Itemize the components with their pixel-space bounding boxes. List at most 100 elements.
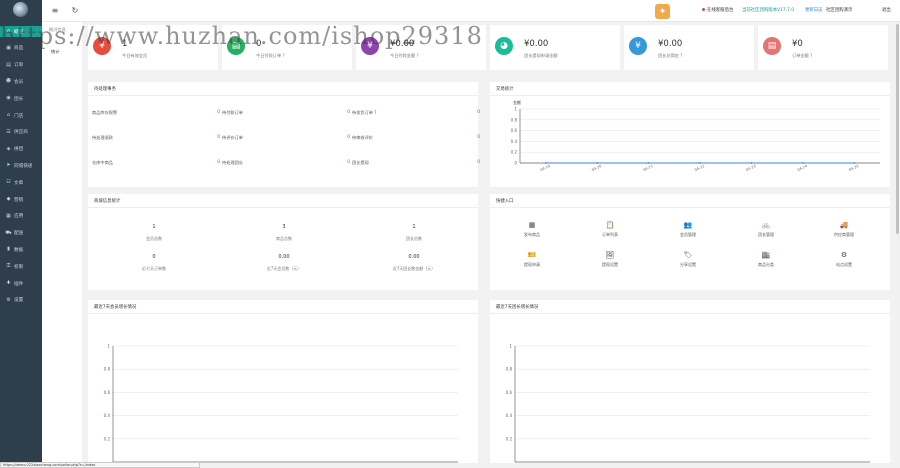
stat-label: 团长提现申请金额 <box>524 53 558 58</box>
sidebar: ⌂ 概况 ▣ 商品 ▤ 订单 ☻ 会员 ◉ 团长 ⌂ 门店 ☰ 供应商 ◈ 拼团 ➤ 同城快递 ☷ 文章 ◆ 营销 ▦ 应用 ⛟… <box>0 0 42 468</box>
group-icon: ◈ <box>6 145 11 152</box>
todo-count: 0 <box>217 160 220 165</box>
version-link[interactable]: 当前社区团购版本V17.7.0 <box>742 7 794 13</box>
business-label: 商品总数 <box>276 236 292 241</box>
sidebar-item[interactable]: ✚ 插件 <box>0 278 42 289</box>
business-value: 0.00 <box>278 254 290 260</box>
stat-value: ¥0 <box>792 39 803 49</box>
quick-entry[interactable]: 🏬 商品分类 <box>736 250 796 268</box>
sidebar-item-label: 权限 <box>14 264 24 270</box>
todo-item[interactable]: 团长提现 0 <box>352 160 480 168</box>
vertical-scrollbar[interactable] <box>895 22 900 468</box>
stat-label: 订单金额 ? <box>792 53 813 58</box>
online-service-link[interactable]: 在线客服后台 <box>707 7 733 13</box>
divider <box>490 313 890 314</box>
sidebar-item[interactable]: ⌂ 门店 <box>0 110 42 121</box>
user-icon: ☻ <box>5 78 12 85</box>
todo-item[interactable]: 待评价订单 0 <box>222 135 350 143</box>
quick-entry[interactable]: 📋 订单列表 <box>580 220 640 238</box>
sidebar-item[interactable]: ☻ 会员 <box>0 76 42 87</box>
sidebar-item-label: 设置 <box>14 298 24 304</box>
cart-icon: ▤ <box>763 37 781 55</box>
tag-icon: 🏷 <box>683 251 693 259</box>
sidebar-item-label: 同城快递 <box>14 163 33 169</box>
update-log-link[interactable]: 更新日志 <box>805 7 823 13</box>
divider <box>88 95 478 96</box>
x-tick-label: 04-23 <box>745 164 756 172</box>
y-tick-label: 0.4 <box>511 139 518 144</box>
sidebar-item-label: 订单 <box>14 63 24 69</box>
y-tick-label: 0.8 <box>506 367 513 372</box>
business-panel: 商城信息统计 1 会员总数 3 商品总数 1 团长总数 0 近七天订单数 0.00 近7天会员数（… <box>88 194 478 290</box>
quick-entry[interactable]: ▦ 发布商品 <box>502 220 562 238</box>
x-tick-label: 04-21 <box>643 164 654 172</box>
app-icon: ▦ <box>6 212 11 219</box>
sidebar-item-label: 团长 <box>14 96 24 102</box>
y-tick-label: 0.4 <box>104 413 111 418</box>
todo-label: 待付款订单 <box>222 110 243 115</box>
quick-entry[interactable]: 🖼 提现设置 <box>580 250 640 268</box>
submenu: 概况信息 统计 <box>42 22 82 462</box>
quick-entry-label: 提现设置 <box>602 262 618 267</box>
grid-icon: ▦ <box>528 221 536 229</box>
todo-title: 待处理事务 <box>94 87 116 92</box>
storefront-icon: 🏬 <box>761 251 771 259</box>
quick-entry[interactable]: 👥 会员管理 <box>658 220 718 238</box>
business-value: 3 <box>282 224 286 230</box>
quick-entry[interactable]: 🎫 提现申请 <box>502 250 562 268</box>
store-icon: ⌂ <box>6 112 11 118</box>
todo-item[interactable]: 待处理团长 0 <box>222 160 350 168</box>
menu-toggle-icon[interactable]: ≡ <box>50 5 60 15</box>
y-tick-label: 0.6 <box>506 390 513 395</box>
sidebar-item[interactable]: ◈ 拼团 <box>0 144 42 155</box>
quick-entry[interactable]: 🚲 团长管理 <box>736 220 796 238</box>
todo-item[interactable]: 仓库中商品 0 <box>92 160 220 168</box>
horizontal-scrollbar[interactable] <box>200 463 895 468</box>
quick-entry[interactable]: 🏷 分享设置 <box>658 250 718 268</box>
gear-icon: ⚙ <box>840 251 848 259</box>
sidebar-item-label: 配送 <box>14 231 24 237</box>
logout-link[interactable]: 退出 <box>882 7 891 13</box>
quick-entry-label: 分享设置 <box>680 262 696 267</box>
todo-count: 0 <box>477 160 480 165</box>
quick-entry-label: 提现申请 <box>524 262 540 267</box>
sidebar-item[interactable]: ☷ 文章 <box>0 177 42 188</box>
stat-label: 今日有效会员 <box>122 53 148 58</box>
data-point <box>647 162 650 164</box>
shop-name-link[interactable]: 社区团购演示 <box>826 7 852 13</box>
scrollbar-thumb[interactable] <box>896 24 899 234</box>
settings-icon: ⚙ <box>6 296 11 303</box>
sidebar-item[interactable]: ☰ 供应商 <box>0 127 42 138</box>
sidebar-item-label: 数据 <box>14 247 24 253</box>
y-tick-label: 1 <box>514 107 517 112</box>
todo-item[interactable]: 商品库存报警 0 <box>92 110 220 118</box>
stat-card: ¥ ¥0.00 团长总佣金 ? <box>624 25 754 70</box>
todo-item[interactable]: 待处理退款 0 <box>92 135 220 143</box>
y-tick-label: 0.8 <box>511 117 518 122</box>
sidebar-item[interactable]: ▦ 应用 <box>0 211 42 222</box>
sidebar-item[interactable]: ➤ 同城快递 <box>0 160 42 171</box>
quick-panel: 快捷入口 ▦ 发布商品 📋 订单列表 👥 会员管理 🚲 团长管理 🚚 供应商管理 🎫 提现申请 🖼 提现设… <box>490 194 890 290</box>
sidebar-item[interactable]: ▤ 订单 <box>0 60 42 71</box>
todo-label: 商品库存报警 <box>92 110 118 115</box>
business-value: 1 <box>412 224 416 230</box>
sidebar-item[interactable]: ⛟ 配送 <box>0 228 42 239</box>
delivery-icon: ➤ <box>6 162 11 169</box>
sidebar-item-label: 应用 <box>14 214 24 220</box>
quick-entry[interactable]: ⚙ 站点设置 <box>814 250 874 268</box>
logo[interactable] <box>13 2 28 17</box>
sidebar-item[interactable]: ⚿ 权限 <box>0 261 42 272</box>
brand-bird-icon: ✦ <box>655 4 670 19</box>
divider <box>490 207 890 208</box>
todo-count: 0 <box>347 160 350 165</box>
sidebar-item[interactable]: ◉ 团长 <box>0 93 42 104</box>
quick-entry[interactable]: 🚚 供应商管理 <box>814 220 874 238</box>
sidebar-item[interactable]: ▮ 数据 <box>0 244 42 255</box>
todo-item[interactable]: 待发货订单 ? 0 <box>352 110 480 118</box>
sidebar-item[interactable]: ◆ 营销 <box>0 194 42 205</box>
todo-item[interactable]: 待审核评价 0 <box>352 135 480 143</box>
sidebar-item-label: 营销 <box>14 197 24 203</box>
sidebar-item[interactable]: ⚙ 设置 <box>0 295 42 306</box>
todo-item[interactable]: 待付款订单 0 <box>222 110 350 118</box>
refresh-icon[interactable]: ↻ <box>70 5 80 15</box>
